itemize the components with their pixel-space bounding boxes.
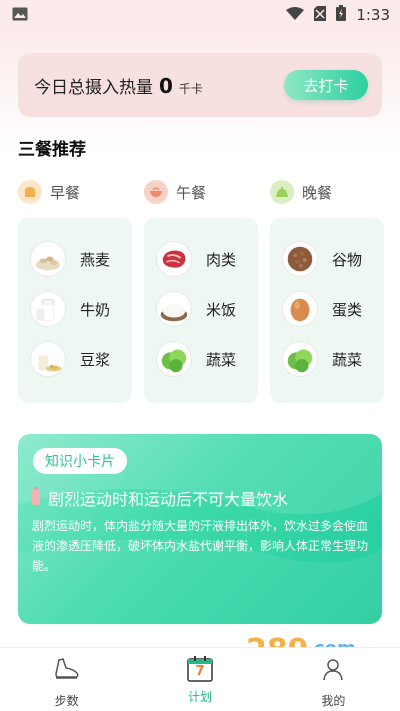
meal-header-lunch: 午餐 [144, 180, 206, 204]
nav-item-profile[interactable]: 我的 [267, 648, 400, 711]
food-item[interactable]: 蛋类 [270, 284, 384, 334]
calendar-day: 7 [195, 664, 205, 679]
food-name: 蔬菜 [332, 350, 363, 369]
nav-item-steps[interactable]: 步数 [0, 648, 133, 711]
knowledge-body: 剧烈运动时，体内盐分随大量的汗液排出体外，饮水过多会使血液的渗透压降低，破坏体内… [32, 519, 369, 573]
wifi-icon [286, 6, 305, 25]
food-name: 蛋类 [332, 300, 363, 319]
nav-label-profile: 我的 [321, 694, 346, 708]
meal-header-breakfast: 早餐 [18, 180, 80, 204]
oats-icon [30, 241, 66, 277]
bowl-icon [144, 180, 168, 204]
food-name: 牛奶 [80, 300, 111, 319]
knowledge-card: 知识小卡片 剧烈运动时和运动后不可大量饮水 剧烈运动时，体内盐分随大量的汗液排出… [18, 434, 382, 624]
food-item[interactable]: 豆浆 [18, 334, 132, 384]
sneaker-icon [53, 656, 81, 686]
meal-label: 午餐 [176, 183, 207, 202]
food-name: 蔬菜 [206, 350, 237, 369]
meal-column-lunch: 肉类 米饭 蔬菜 [144, 218, 258, 403]
food-item[interactable]: 谷物 [270, 234, 384, 284]
food-item[interactable]: 肉类 [144, 234, 258, 284]
meat-icon [156, 241, 192, 277]
food-name: 肉类 [206, 250, 237, 269]
profile-icon [319, 656, 347, 686]
meal-column-dinner: 谷物 蛋类 蔬菜 [270, 218, 384, 403]
nav-label-steps: 步数 [54, 694, 79, 708]
milk-icon [30, 291, 66, 327]
food-item[interactable]: 牛奶 [18, 284, 132, 334]
food-item[interactable]: 米饭 [144, 284, 258, 334]
calorie-label: 今日总摄入热量 [34, 77, 153, 98]
nav-item-plan[interactable]: 7 计划 [133, 648, 266, 711]
knowledge-title-row: 剧烈运动时和运动后不可大量饮水 [32, 486, 288, 510]
nav-label-plan: 计划 [187, 690, 212, 704]
rice-icon [156, 291, 192, 327]
cloche-icon [270, 180, 294, 204]
lettuce-icon [156, 341, 192, 377]
section-title: 三餐推荐 [18, 140, 86, 160]
meal-header-dinner: 晚餐 [270, 180, 332, 204]
meal-label: 晚餐 [302, 183, 333, 202]
food-name: 米饭 [206, 300, 237, 319]
status-time: 1:33 [356, 6, 390, 24]
meal-column-breakfast: 燕麦 牛奶 豆浆 [18, 218, 132, 403]
food-name: 谷物 [332, 250, 363, 269]
bottom-nav: 步数 7 计划 我的 [0, 647, 400, 711]
food-item[interactable]: 蔬菜 [144, 334, 258, 384]
food-name: 燕麦 [80, 250, 111, 269]
knowledge-title: 剧烈运动时和运动后不可大量饮水 [48, 490, 289, 509]
no-sim-icon [314, 5, 327, 25]
calorie-card: 今日总摄入热量 0 千卡 去打卡 [18, 53, 382, 117]
grain-icon [282, 241, 318, 277]
meal-label: 早餐 [50, 183, 81, 202]
knowledge-tag: 知识小卡片 [33, 448, 127, 474]
food-item[interactable]: 蔬菜 [270, 334, 384, 384]
water-bottle-icon [32, 487, 40, 509]
food-item[interactable]: 燕麦 [18, 234, 132, 284]
checkin-button[interactable]: 去打卡 [284, 70, 368, 100]
soy-milk-icon [30, 341, 66, 377]
calendar-icon: 7 [186, 656, 214, 682]
egg-icon [282, 291, 318, 327]
bread-icon [18, 180, 42, 204]
calorie-unit: 千卡 [178, 81, 203, 96]
lettuce-icon [282, 341, 318, 377]
battery-charging-icon [336, 5, 347, 25]
food-name: 豆浆 [80, 350, 111, 369]
image-icon [12, 6, 28, 25]
status-bar: 1:33 [0, 0, 400, 30]
calorie-value: 0 [159, 73, 173, 98]
